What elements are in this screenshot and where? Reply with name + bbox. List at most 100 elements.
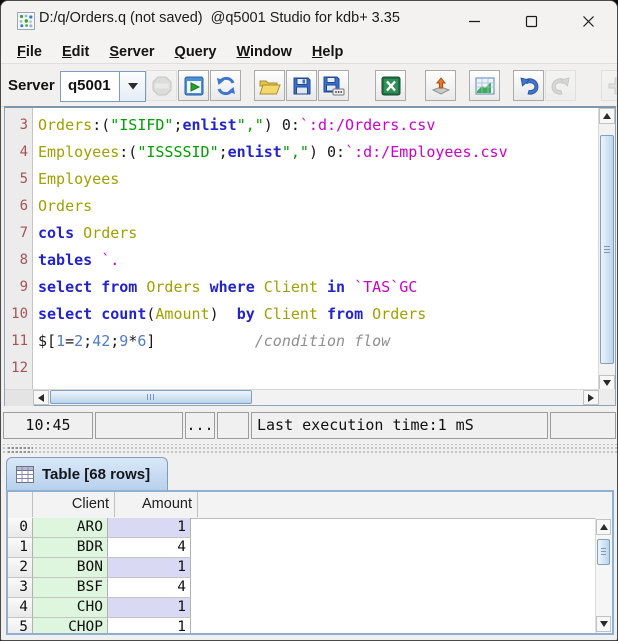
refresh-button[interactable] <box>210 70 241 101</box>
status-cell-2: ... <box>185 412 215 439</box>
code-line[interactable]: cols Orders <box>38 220 585 247</box>
maximize-button[interactable] <box>503 1 560 41</box>
scroll-up-button[interactable] <box>596 519 611 535</box>
code-line[interactable]: $[1=2;42;9*6] /condition flow <box>38 328 585 355</box>
app-icon <box>17 12 35 30</box>
export-excel-button[interactable] <box>375 70 406 101</box>
code-line[interactable]: Employees <box>38 166 585 193</box>
export-button[interactable] <box>425 70 456 101</box>
studio-window: D:/q/Orders.q (not saved) @q5001 Studio … <box>0 0 618 641</box>
menu-bar: FileEditServerQueryWindowHelp <box>1 41 617 64</box>
code-line[interactable]: tables `. <box>38 247 585 274</box>
table-vscroll-thumb[interactable] <box>597 539 610 565</box>
line-number: 12 <box>5 355 32 382</box>
code-line[interactable]: select count(Amount) by Client from Orde… <box>38 301 585 328</box>
line-number: 5 <box>5 166 32 193</box>
undo-button[interactable] <box>513 70 544 101</box>
chevron-down-icon[interactable] <box>119 72 145 101</box>
row-number: 4 <box>8 598 33 618</box>
row-number: 1 <box>8 538 33 558</box>
splitter-grip-icon[interactable] <box>7 446 33 453</box>
row-number: 0 <box>8 518 33 538</box>
menu-help[interactable]: Help <box>302 44 353 60</box>
status-cell-3 <box>217 412 249 439</box>
server-combo[interactable]: q5001 <box>60 71 146 102</box>
code-line[interactable]: Employees:("ISSSSID";enlist",") 0:`:d:/E… <box>38 139 585 166</box>
table-row: 0ARO1 <box>8 518 588 538</box>
table-row: 1BDR4 <box>8 538 588 558</box>
result-grid: ClientAmount 0ARO11BDR42BON13BSF44CHO15C… <box>6 490 614 635</box>
menu-window[interactable]: Window <box>226 44 301 60</box>
code-line[interactable]: Orders <box>38 193 585 220</box>
column-header-client[interactable]: Client <box>33 492 115 517</box>
stop-button <box>146 70 177 101</box>
menu-server[interactable]: Server <box>99 44 164 60</box>
scroll-left-button[interactable] <box>33 390 49 405</box>
server-combo-value: q5001 <box>61 72 119 101</box>
cell-client[interactable]: BON <box>33 558 108 578</box>
line-number: 6 <box>5 193 32 220</box>
row-number: 3 <box>8 578 33 598</box>
scroll-up-button[interactable] <box>599 108 615 124</box>
line-number: 7 <box>5 220 32 247</box>
table-row: 4CHO1 <box>8 598 588 618</box>
column-header-corner <box>8 492 33 517</box>
close-button[interactable] <box>560 1 617 41</box>
execute-button[interactable] <box>178 70 209 101</box>
menu-edit[interactable]: Edit <box>52 44 99 60</box>
scroll-right-button[interactable] <box>583 390 599 405</box>
line-number: 9 <box>5 274 32 301</box>
save-button[interactable] <box>286 70 317 101</box>
code-line[interactable]: Orders:("ISIFD";enlist",") 0:`:d:/Orders… <box>38 112 585 139</box>
table-grid-icon <box>16 466 34 483</box>
editor-vscroll-thumb[interactable] <box>600 135 614 364</box>
line-number: 11 <box>5 328 32 355</box>
minimize-button[interactable] <box>446 1 503 41</box>
code-area[interactable]: Orders:("ISIFD";enlist",") 0:`:d:/Orders… <box>38 108 585 391</box>
result-tab-bar: Table [68 rows] <box>1 455 617 490</box>
insert-button <box>601 70 618 101</box>
status-cell-5 <box>550 412 616 439</box>
cell-amount[interactable]: 4 <box>108 538 191 558</box>
redo-button <box>545 70 576 101</box>
title-bar[interactable]: D:/q/Orders.q (not saved) @q5001 Studio … <box>1 1 617 41</box>
line-number: 10 <box>5 301 32 328</box>
tab-table-result[interactable]: Table [68 rows] <box>6 457 168 490</box>
table-row: 2BON1 <box>8 558 588 578</box>
status-cell-1 <box>95 412 183 439</box>
line-number: 4 <box>5 139 32 166</box>
line-number: 8 <box>5 247 32 274</box>
table-vertical-scrollbar[interactable] <box>595 518 612 633</box>
menu-query[interactable]: Query <box>165 44 227 60</box>
line-number-gutter: 3456789101112 <box>5 108 33 391</box>
cell-amount[interactable]: 4 <box>108 578 191 598</box>
cell-client[interactable]: BSF <box>33 578 108 598</box>
cell-amount[interactable]: 1 <box>108 558 191 578</box>
grid-header: ClientAmount <box>8 492 612 519</box>
save-as-button[interactable] <box>318 70 349 101</box>
cell-client[interactable]: CHOP <box>33 618 108 635</box>
splitter-handle[interactable] <box>1 444 617 455</box>
editor-hscroll-thumb[interactable] <box>50 390 252 404</box>
code-line[interactable] <box>38 355 585 382</box>
menu-file[interactable]: File <box>7 44 52 60</box>
editor-vertical-scrollbar[interactable] <box>598 108 615 391</box>
window-title: D:/q/Orders.q (not saved) @q5001 Studio … <box>39 10 400 26</box>
code-editor[interactable]: 3456789101112 Orders:("ISIFD";enlist",")… <box>4 106 616 406</box>
editor-horizontal-scrollbar[interactable] <box>5 389 615 405</box>
server-label: Server <box>8 77 55 94</box>
cell-amount[interactable]: 1 <box>108 618 191 635</box>
chart-button[interactable] <box>469 70 500 101</box>
code-line[interactable]: select from Orders where Client in `TAS`… <box>38 274 585 301</box>
column-header-amount[interactable]: Amount <box>115 492 198 517</box>
table-row: 3BSF4 <box>8 578 588 598</box>
cell-client[interactable]: CHO <box>33 598 108 618</box>
status-cell-0: 10:45 <box>3 412 93 439</box>
scroll-down-button[interactable] <box>596 616 611 632</box>
cell-amount[interactable]: 1 <box>108 518 191 538</box>
open-file-button[interactable] <box>254 70 285 101</box>
cell-amount[interactable]: 1 <box>108 598 191 618</box>
tab-label: Table [68 rows] <box>42 466 150 483</box>
cell-client[interactable]: ARO <box>33 518 108 538</box>
cell-client[interactable]: BDR <box>33 538 108 558</box>
